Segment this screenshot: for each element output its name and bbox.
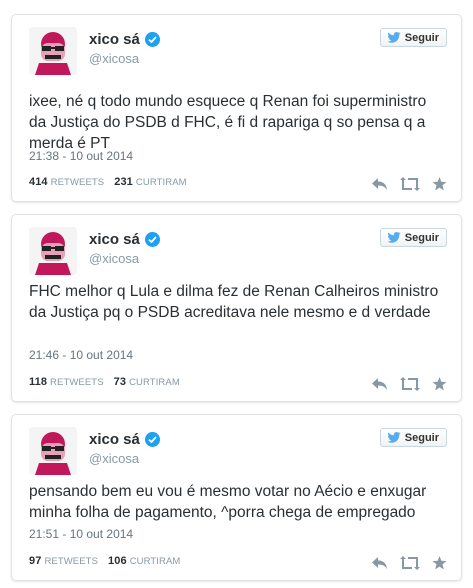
tweet-actions	[371, 556, 447, 570]
avatar[interactable]	[29, 27, 77, 75]
twitter-bird-icon	[387, 32, 401, 43]
tweet-text: FHC melhor q Lula e dilma fez de Renan C…	[29, 283, 439, 321]
author-name[interactable]: xico sá	[89, 31, 140, 48]
verified-badge-icon	[144, 32, 160, 47]
tweet-actions	[371, 377, 447, 391]
follow-label: Seguir	[404, 31, 439, 44]
follow-label: Seguir	[404, 231, 439, 244]
follow-button[interactable]: Seguir	[379, 428, 447, 447]
tweet-stats: 118 RETWEETS 73 CURTIRAM	[29, 376, 190, 388]
retweet-icon[interactable]	[400, 377, 420, 391]
tweet-timestamp[interactable]: 21:51 - 10 out 2014	[29, 527, 133, 541]
tweet-card: xico sá @xicosa Seguir ixee, né q todo m…	[11, 14, 462, 202]
like-label: CURTIRAM	[135, 177, 187, 188]
like-count[interactable]: 73	[114, 376, 126, 388]
tweet-card: xico sá @xicosa Seguir pensando bem eu v…	[11, 414, 462, 581]
like-count[interactable]: 106	[108, 555, 127, 567]
tweet-stats: 414 RETWEETS 231 CURTIRAM	[29, 176, 197, 188]
twitter-bird-icon	[387, 232, 401, 243]
tweet-card: xico sá @xicosa Seguir FHC melhor q Lula…	[11, 214, 462, 402]
retweet-count[interactable]: 97	[29, 555, 41, 567]
follow-label: Seguir	[404, 431, 439, 444]
retweet-icon[interactable]	[400, 556, 420, 570]
favorite-star-icon[interactable]	[432, 177, 447, 191]
reply-icon[interactable]	[371, 556, 388, 570]
author-handle[interactable]: @xicosa	[89, 451, 160, 466]
author-name[interactable]: xico sá	[89, 231, 140, 248]
favorite-star-icon[interactable]	[432, 556, 447, 570]
favorite-star-icon[interactable]	[432, 377, 447, 391]
twitter-bird-icon	[387, 432, 401, 443]
verified-badge-icon	[144, 232, 160, 247]
tweet-timestamp[interactable]: 21:46 - 10 out 2014	[29, 348, 133, 362]
tweet-stats: 97 RETWEETS 106 CURTIRAM	[29, 555, 190, 567]
retweet-count[interactable]: 414	[29, 176, 48, 188]
like-label: CURTIRAM	[129, 556, 181, 567]
tweet-text: pensando bem eu vou é mesmo votar no Aéc…	[29, 483, 427, 521]
like-label: CURTIRAM	[129, 377, 180, 388]
tweet-text: ixee, né q todo mundo esquece q Renan fo…	[29, 93, 427, 152]
retweet-label: RETWEETS	[44, 556, 99, 567]
follow-button[interactable]: Seguir	[379, 28, 447, 47]
tweet-timestamp[interactable]: 21:38 - 10 out 2014	[29, 149, 133, 163]
follow-button[interactable]: Seguir	[379, 228, 447, 247]
retweet-label: RETWEETS	[50, 177, 105, 188]
retweet-label: RETWEETS	[50, 377, 104, 388]
author-handle[interactable]: @xicosa	[89, 251, 160, 266]
tweet-actions	[371, 177, 447, 191]
verified-badge-icon	[144, 432, 160, 447]
avatar[interactable]	[29, 427, 77, 475]
author-handle[interactable]: @xicosa	[89, 51, 160, 66]
author-name[interactable]: xico sá	[89, 431, 140, 448]
reply-icon[interactable]	[371, 377, 388, 391]
like-count[interactable]: 231	[114, 176, 133, 188]
avatar[interactable]	[29, 227, 77, 275]
retweet-icon[interactable]	[400, 177, 420, 191]
retweet-count[interactable]: 118	[29, 376, 47, 388]
reply-icon[interactable]	[371, 177, 388, 191]
